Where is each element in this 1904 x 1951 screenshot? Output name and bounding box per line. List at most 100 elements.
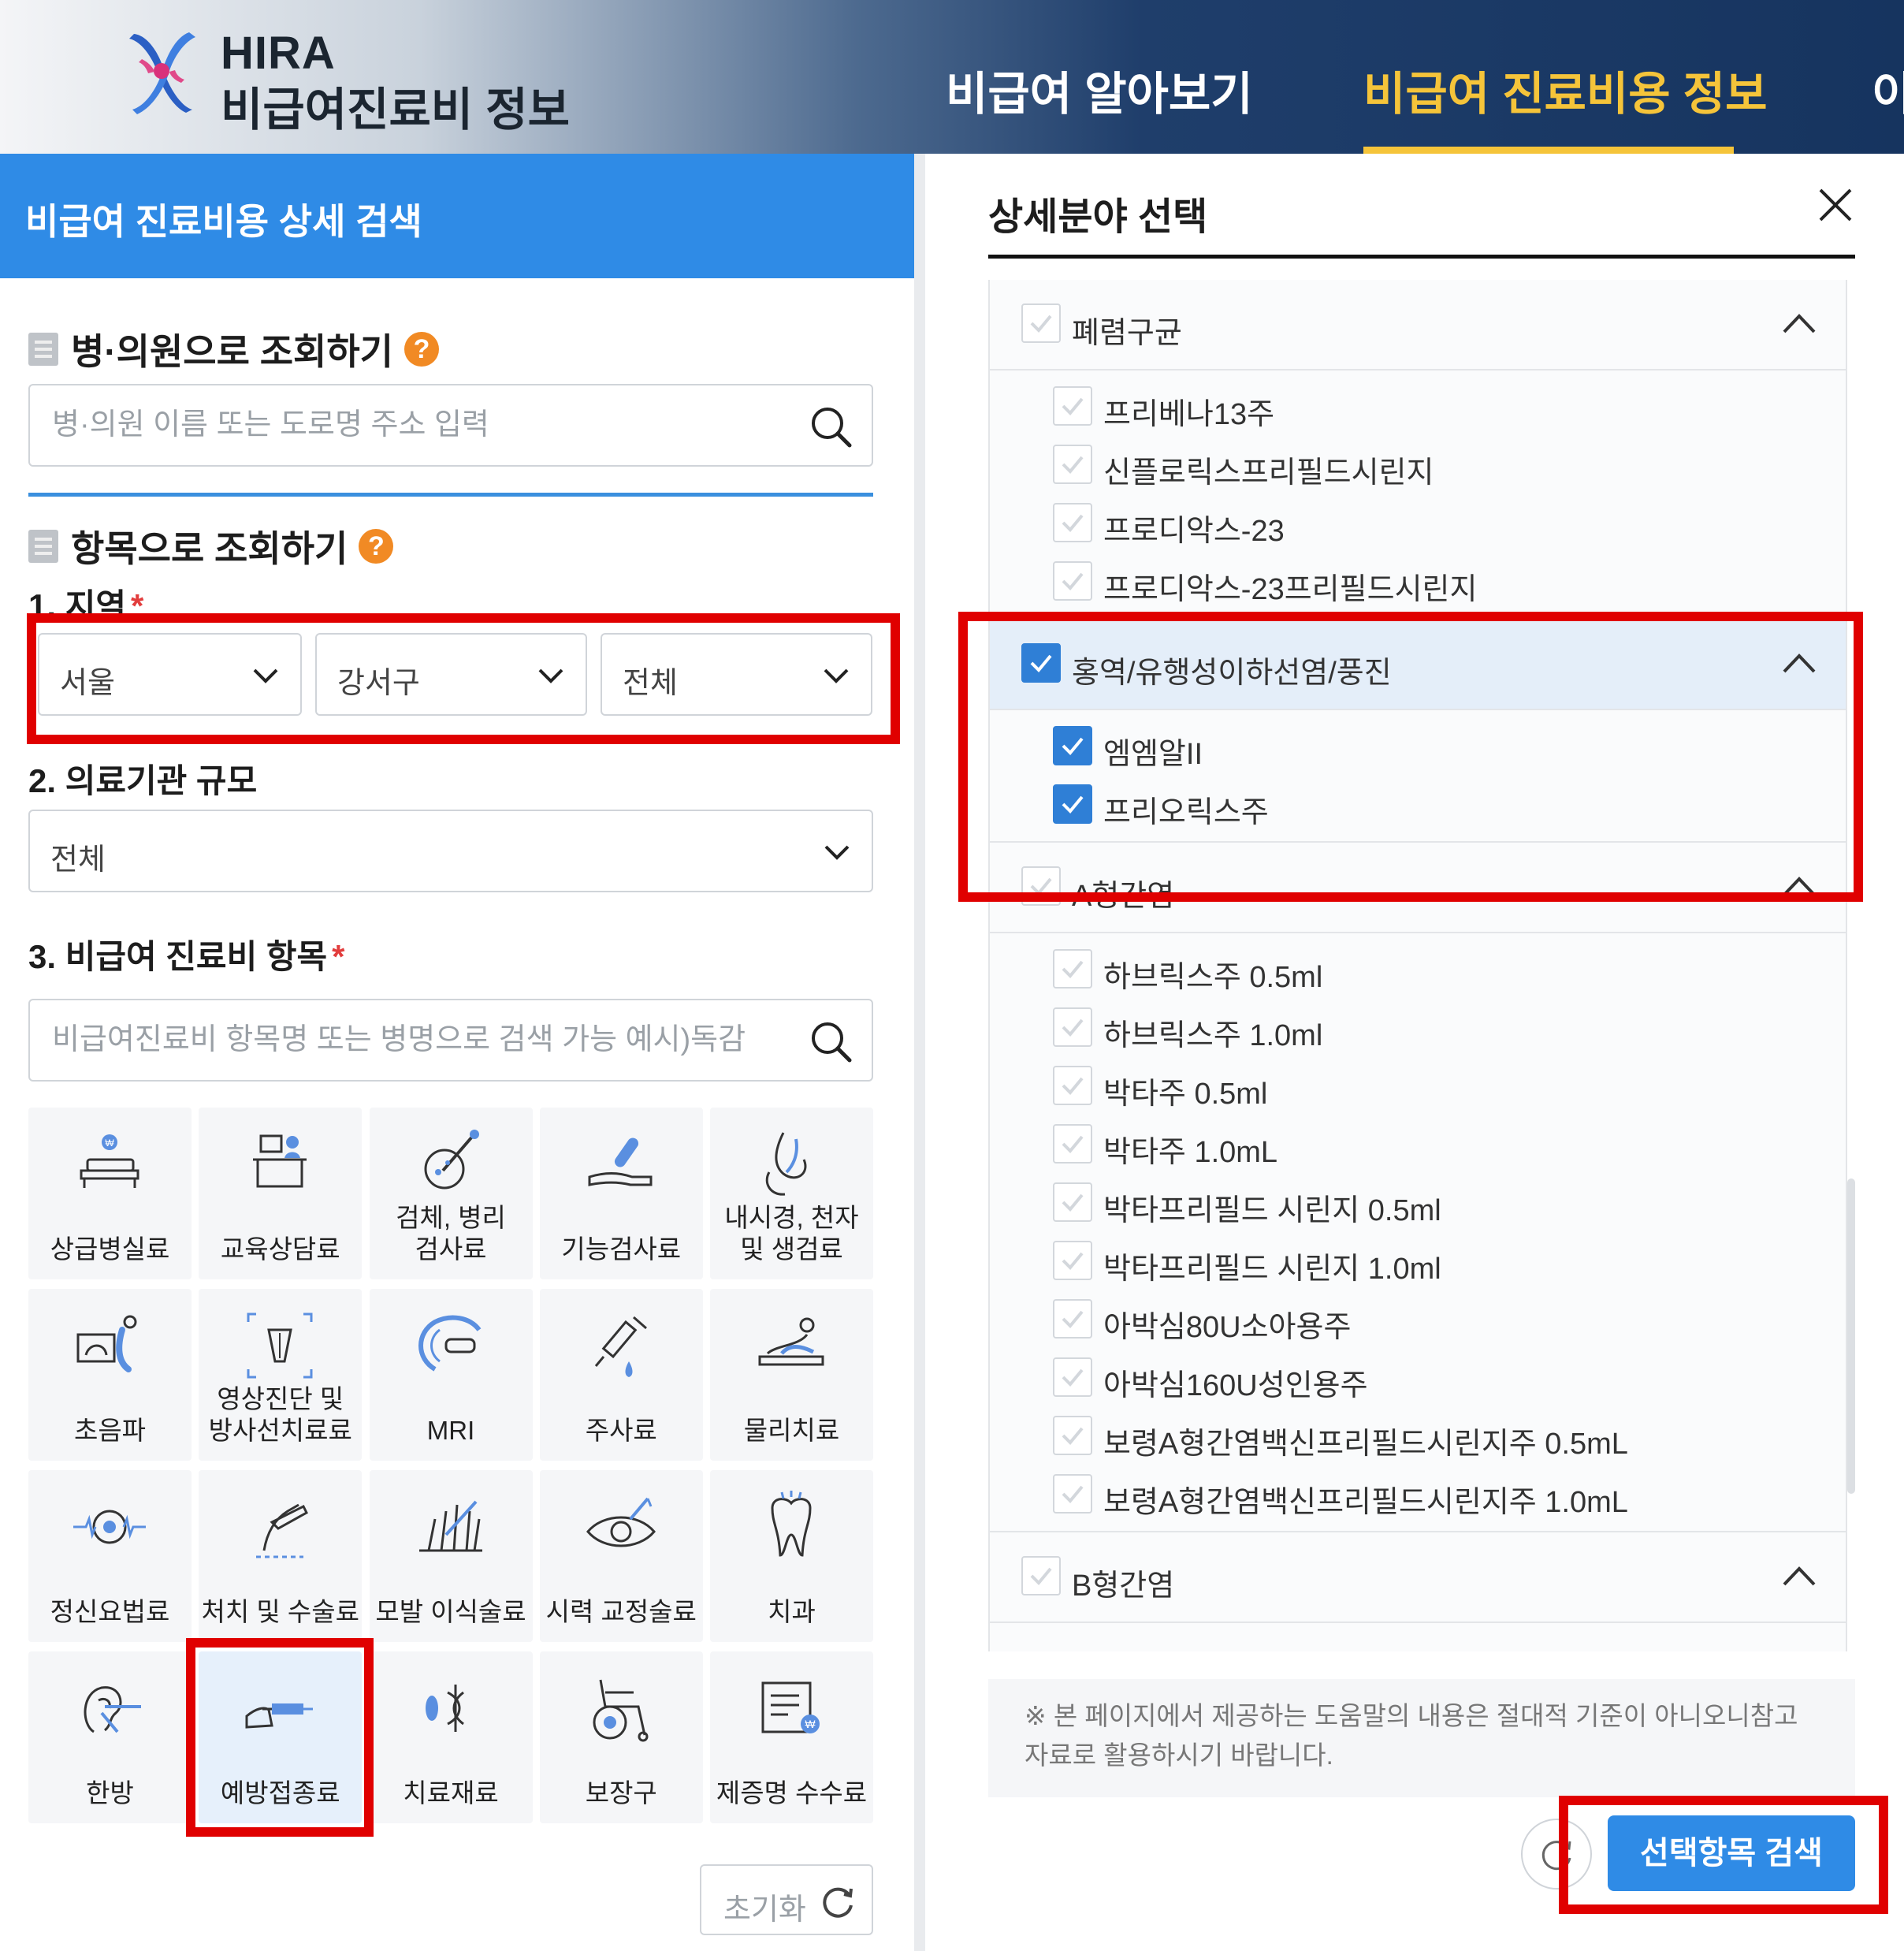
category-tile[interactable]: 물리치료	[710, 1289, 873, 1461]
chevron-down-icon	[824, 668, 849, 683]
checkbox-checked[interactable]	[1053, 726, 1092, 765]
checkbox[interactable]	[1053, 1416, 1092, 1455]
checkbox[interactable]	[1021, 866, 1061, 906]
region-dong-select[interactable]: 전체	[601, 633, 872, 716]
category-search-input[interactable]	[52, 1000, 777, 1080]
hospital-bed-icon: ₩	[80, 1134, 139, 1188]
checkbox[interactable]	[1053, 1241, 1092, 1280]
search-icon[interactable]	[809, 404, 853, 449]
item-search-heading-text: 항목으로 조회하기	[71, 528, 348, 569]
close-icon[interactable]	[1816, 185, 1855, 225]
item-label: 박타주 0.5ml	[1103, 1078, 1268, 1111]
nav-noncovered-cost-info[interactable]: 비급여 진료비용 정보	[1363, 57, 1767, 123]
checkbox[interactable]	[1053, 386, 1092, 426]
subcategory-group-header[interactable]: 홍역/유행성이하선염/풍진	[990, 620, 1846, 710]
check-icon	[1062, 1135, 1084, 1153]
category-tile[interactable]: 치과	[710, 1470, 873, 1642]
checkbox[interactable]	[1053, 1299, 1092, 1339]
category-tile-label: 처치 및 수술료	[201, 1597, 360, 1626]
checkbox[interactable]	[1053, 1066, 1092, 1105]
subcategory-item[interactable]: 하브릭스주 1.0ml	[990, 998, 1846, 1056]
checkbox-checked[interactable]	[1021, 643, 1061, 683]
subcategory-item[interactable]: 하브릭스주 0.5ml	[990, 940, 1846, 998]
checkbox[interactable]	[1053, 561, 1092, 601]
consultation-icon	[253, 1134, 307, 1188]
category-tile[interactable]: 주사료	[539, 1289, 703, 1461]
category-tile-label: 제증명 수수료	[716, 1778, 868, 1808]
subcategory-item[interactable]: 프리오릭스주	[990, 775, 1846, 833]
chevron-up-icon[interactable]	[1781, 648, 1817, 679]
subcategory-item[interactable]: 보령A형간염백신프리필드시린지주 0.5mL	[990, 1406, 1846, 1465]
checkbox[interactable]	[1053, 445, 1092, 484]
hospital-search-input[interactable]	[52, 385, 777, 465]
scale-select[interactable]: 전체	[28, 810, 873, 892]
category-tile[interactable]: 검체, 병리 검사료	[369, 1108, 533, 1279]
category-tile[interactable]: 치료재료	[369, 1651, 533, 1823]
search-selected-button[interactable]: 선택항목 검색	[1608, 1815, 1855, 1891]
list-scrollbar[interactable]	[1847, 1178, 1855, 1494]
category-tile[interactable]: ₩ 상급병실료	[28, 1108, 192, 1279]
subcategory-item[interactable]: 박타프리필드 시린지 0.5ml	[990, 1173, 1846, 1231]
subcategory-item[interactable]: 신플로릭스프리필드시린지	[990, 435, 1846, 493]
refresh-selection-button[interactable]	[1521, 1819, 1592, 1890]
checkbox[interactable]	[1053, 1357, 1092, 1397]
hair-transplant-icon	[418, 1500, 482, 1552]
chevron-up-icon[interactable]	[1781, 1561, 1817, 1592]
category-tile[interactable]: 시력 교정술료	[539, 1470, 703, 1642]
reset-button[interactable]: 초기화	[700, 1864, 873, 1935]
nav-about-noncovered[interactable]: 비급여 알아보기	[946, 57, 1253, 123]
region-dong-value: 전체	[623, 667, 678, 700]
category-tile-label: 한방	[86, 1778, 134, 1808]
category-tile[interactable]: ₩ 제증명 수수료	[710, 1651, 873, 1823]
checkbox[interactable]	[1053, 1474, 1092, 1514]
subcategory-item[interactable]: 박타주 0.5ml	[990, 1056, 1846, 1115]
group-label: 폐렴구균	[1072, 317, 1182, 350]
category-tile[interactable]: 처치 및 수술료	[199, 1470, 363, 1642]
chevron-up-icon[interactable]	[1781, 308, 1817, 340]
subcategory-item[interactable]: 아박심80U소아용주	[990, 1290, 1846, 1348]
search-icon[interactable]	[809, 1019, 853, 1063]
checkbox[interactable]	[1053, 949, 1092, 989]
subcategory-group-header[interactable]: A형간염	[990, 843, 1846, 933]
category-tile[interactable]: MRI	[369, 1289, 533, 1461]
subcategory-item[interactable]: 프로디악스-23	[990, 493, 1846, 552]
category-tile[interactable]: 교육상담료	[199, 1108, 363, 1279]
checkbox[interactable]	[1053, 1124, 1092, 1164]
subcategory-group-header[interactable]: B형간염	[990, 1532, 1846, 1623]
pathology-icon	[424, 1130, 479, 1190]
chevron-up-icon[interactable]	[1781, 871, 1817, 903]
category-tile[interactable]: 초음파	[28, 1289, 192, 1461]
category-tile-label: 검체, 병리 검사료	[396, 1203, 506, 1264]
subcategory-item[interactable]: 박타주 1.0mL	[990, 1115, 1846, 1173]
checkbox-checked[interactable]	[1053, 784, 1092, 824]
category-tile[interactable]: 보장구	[539, 1651, 703, 1823]
nav-next-item[interactable]: 이	[1872, 57, 1904, 123]
category-tile[interactable]: 기능검사료	[539, 1108, 703, 1279]
subcategory-item[interactable]: 프로디악스-23프리필드시린지	[990, 552, 1846, 610]
subcategory-item[interactable]: 프리베나13주	[990, 377, 1846, 435]
category-tile-label: 예방접종료	[220, 1778, 340, 1808]
help-icon[interactable]: ?	[359, 529, 394, 564]
checkbox[interactable]	[1021, 1556, 1061, 1595]
region-sido-select[interactable]: 서울	[38, 633, 302, 716]
region-sigungu-select[interactable]: 강서구	[315, 633, 587, 716]
category-tile[interactable]: 모발 이식술료	[369, 1470, 533, 1642]
category-tile[interactable]: 한방	[28, 1651, 192, 1823]
checkbox[interactable]	[1053, 503, 1092, 542]
subcategory-item[interactable]: 엠엠알II	[990, 717, 1846, 775]
category-tile-label: 치료재료	[403, 1778, 499, 1808]
category-tile[interactable]: 예방접종료	[199, 1651, 363, 1823]
checkbox[interactable]	[1053, 1182, 1092, 1222]
checkbox[interactable]	[1053, 1007, 1092, 1047]
category-tile[interactable]: 정신요법료	[28, 1470, 192, 1642]
subcategory-group-header[interactable]: 폐렴구균	[990, 280, 1846, 370]
required-mark: *	[130, 587, 144, 624]
subcategory-item[interactable]: 보령A형간염백신프리필드시린지주 1.0mL	[990, 1465, 1846, 1523]
category-tile[interactable]: 영상진단 및 방사선치료료	[199, 1289, 363, 1461]
hira-logo-icon[interactable]	[126, 28, 197, 114]
checkbox[interactable]	[1021, 303, 1061, 343]
category-tile[interactable]: 내시경, 천자 및 생검료	[710, 1108, 873, 1279]
help-icon[interactable]: ?	[403, 332, 439, 367]
subcategory-item[interactable]: 아박심160U성인용주	[990, 1348, 1846, 1406]
subcategory-item[interactable]: 박타프리필드 시린지 1.0ml	[990, 1231, 1846, 1290]
